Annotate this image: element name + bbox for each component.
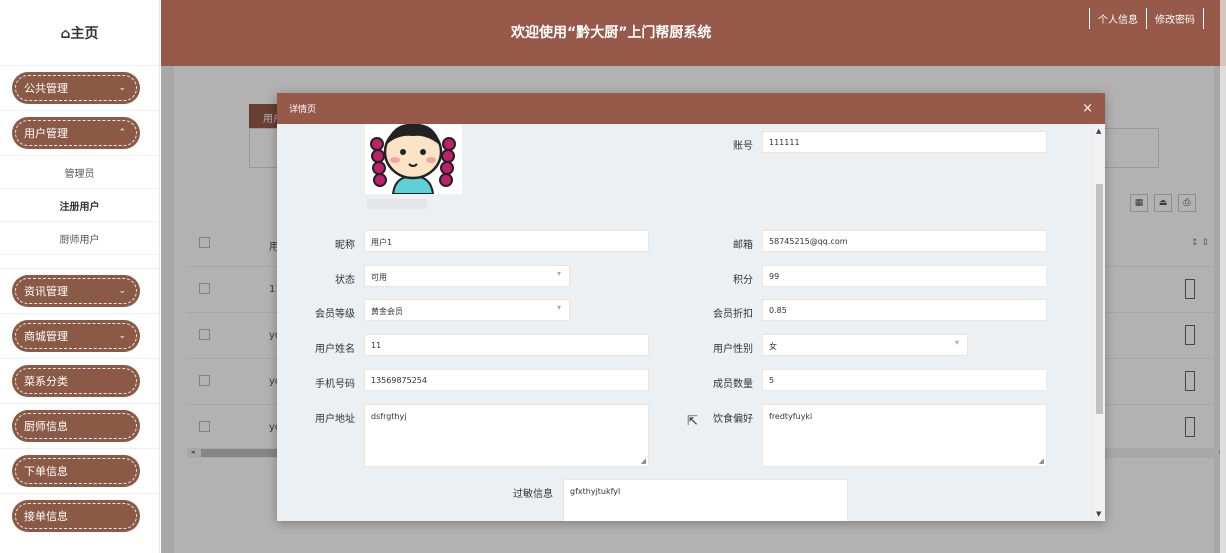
phone-label: 手机号码 bbox=[315, 379, 355, 390]
scroll-up-icon[interactable]: ▲ bbox=[1096, 127, 1101, 135]
real-name-field[interactable]: 11 bbox=[364, 334, 649, 356]
nickname-field[interactable]: 用户1 bbox=[364, 230, 649, 252]
menu-label: 下单信息 bbox=[24, 465, 68, 478]
home-link[interactable]: ⌂主页 bbox=[0, 0, 159, 66]
points-label: 积分 bbox=[733, 275, 753, 286]
member-count-label: 成员数量 bbox=[713, 379, 753, 390]
status-value: 可用 bbox=[371, 273, 387, 282]
menu-label: 接单信息 bbox=[24, 510, 68, 523]
member-level-label: 会员等级 bbox=[315, 309, 355, 320]
dialog-vertical-scrollbar[interactable]: ▲ ▼ bbox=[1094, 124, 1105, 521]
detail-dialog: 详情页 × 昵称 用户1 状态 可用 ▾ 会员等级 黄金会员 ▾ 用户姓名 11… bbox=[277, 93, 1105, 521]
status-label: 状态 bbox=[335, 275, 355, 286]
window-scrollbar-top bbox=[1220, 0, 1226, 66]
menu-group-user: 用户管理 ⌃ bbox=[0, 111, 159, 155]
resize-grip-icon[interactable]: ◢ bbox=[641, 457, 646, 465]
dialog-body: 昵称 用户1 状态 可用 ▾ 会员等级 黄金会员 ▾ 用户姓名 11 手机号码 … bbox=[277, 124, 1105, 521]
phone-field[interactable]: 13569875254 bbox=[364, 369, 649, 391]
diet-pref-value: fredtyfuyki bbox=[769, 412, 813, 421]
gender-select[interactable]: 女 ▾ bbox=[762, 334, 968, 356]
submenu-item-chef-users[interactable]: 厨师用户 bbox=[0, 221, 159, 254]
menu-accepted-button[interactable]: 接单信息 bbox=[12, 500, 140, 532]
menu-group-news: 资讯管理 ⌄ bbox=[0, 269, 159, 314]
gender-label: 用户性别 bbox=[713, 344, 753, 355]
points-field[interactable]: 99 bbox=[762, 265, 1047, 287]
menu-shop-button[interactable]: 商城管理 ⌄ bbox=[12, 320, 140, 352]
profile-link[interactable]: 个人信息 bbox=[1089, 8, 1147, 29]
top-header: 欢迎使用“黔大厨”上门帮厨系统 个人信息 修改密码 bbox=[161, 0, 1226, 66]
member-discount-field[interactable]: 0.85 bbox=[762, 299, 1047, 321]
menu-label: 菜系分类 bbox=[24, 375, 68, 388]
address-value: dsfrgthyj bbox=[371, 412, 407, 421]
gender-value: 女 bbox=[769, 342, 777, 351]
menu-group-chef-info: 厨师信息 bbox=[0, 404, 159, 449]
avatar-caption-placeholder bbox=[367, 199, 427, 209]
menu-news-button[interactable]: 资讯管理 ⌄ bbox=[12, 275, 140, 307]
dialog-header: 详情页 × bbox=[277, 93, 1105, 124]
email-label: 邮箱 bbox=[733, 240, 753, 251]
dialog-title: 详情页 bbox=[289, 105, 317, 115]
submenu-spacer bbox=[0, 254, 159, 268]
avatar-image bbox=[365, 124, 462, 194]
avatar bbox=[365, 124, 462, 194]
menu-chef-info-button[interactable]: 厨师信息 bbox=[12, 410, 140, 442]
header-links: 个人信息 修改密码 bbox=[1089, 8, 1204, 29]
sidebar: ⌂主页 公共管理 ⌄ 用户管理 ⌃ 管理员 注册用户 厨师用户 资讯管理 ⌄ 商… bbox=[0, 0, 160, 553]
menu-group-orders: 下单信息 bbox=[0, 449, 159, 494]
menu-label: 资讯管理 bbox=[24, 285, 68, 298]
menu-label: 用户管理 bbox=[24, 127, 68, 140]
member-discount-label: 会员折扣 bbox=[713, 309, 753, 320]
address-textarea[interactable]: dsfrgthyj ◢ bbox=[364, 404, 649, 467]
menu-orders-button[interactable]: 下单信息 bbox=[12, 455, 140, 487]
real-name-label: 用户姓名 bbox=[315, 344, 355, 355]
chevron-up-icon: ⌃ bbox=[118, 128, 126, 138]
page-title: 欢迎使用“黔大厨”上门帮厨系统 bbox=[511, 25, 712, 41]
chevron-down-icon: ▾ bbox=[954, 338, 959, 347]
resize-grip-icon[interactable]: ◢ bbox=[1039, 457, 1044, 465]
submenu-item-registered-users[interactable]: 注册用户 bbox=[0, 188, 159, 221]
menu-label: 公共管理 bbox=[24, 82, 68, 95]
allergy-textarea[interactable]: gfxthyjtukfyl bbox=[563, 479, 848, 521]
menu-user-button[interactable]: 用户管理 ⌃ bbox=[12, 117, 140, 149]
nickname-label: 昵称 bbox=[335, 240, 355, 251]
menu-public-button[interactable]: 公共管理 ⌄ bbox=[12, 72, 140, 104]
chevron-down-icon: ⌄ bbox=[118, 331, 126, 341]
mouse-pointer-icon: ⇱ bbox=[687, 414, 698, 429]
window-vertical-scrollbar[interactable] bbox=[1220, 66, 1226, 553]
chevron-down-icon: ▾ bbox=[556, 269, 561, 278]
account-field[interactable]: 111111 bbox=[762, 131, 1047, 153]
submenu-item-admin[interactable]: 管理员 bbox=[0, 155, 159, 188]
allergy-value: gfxthyjtukfyl bbox=[570, 487, 621, 496]
submenu-user: 管理员 注册用户 厨师用户 bbox=[0, 155, 159, 269]
status-select[interactable]: 可用 ▾ bbox=[364, 265, 570, 287]
allergy-label: 过敏信息 bbox=[513, 489, 553, 500]
menu-group-shop: 商城管理 ⌄ bbox=[0, 314, 159, 359]
account-label: 账号 bbox=[733, 141, 753, 152]
email-field[interactable]: 58745215@qq.com bbox=[762, 230, 1047, 252]
chevron-down-icon: ⌄ bbox=[118, 286, 126, 296]
scroll-down-icon[interactable]: ▼ bbox=[1096, 510, 1101, 518]
menu-cuisine-button[interactable]: 菜系分类 bbox=[12, 365, 140, 397]
scrollbar-thumb[interactable] bbox=[1096, 184, 1103, 414]
chevron-down-icon: ▾ bbox=[556, 303, 561, 312]
close-icon[interactable]: × bbox=[1082, 101, 1093, 116]
menu-group-accepted: 接单信息 bbox=[0, 494, 159, 538]
menu-group-public: 公共管理 ⌄ bbox=[0, 66, 159, 111]
menu-group-cuisine: 菜系分类 bbox=[0, 359, 159, 404]
chevron-down-icon: ⌄ bbox=[118, 83, 126, 93]
address-label: 用户地址 bbox=[315, 414, 355, 425]
member-level-value: 黄金会员 bbox=[371, 307, 403, 316]
menu-label: 商城管理 bbox=[24, 330, 68, 343]
menu-label: 厨师信息 bbox=[24, 420, 68, 433]
member-level-select[interactable]: 黄金会员 ▾ bbox=[364, 299, 570, 321]
diet-pref-textarea[interactable]: fredtyfuyki ◢ bbox=[762, 404, 1047, 467]
member-count-field[interactable]: 5 bbox=[762, 369, 1047, 391]
change-password-link[interactable]: 修改密码 bbox=[1146, 8, 1204, 29]
